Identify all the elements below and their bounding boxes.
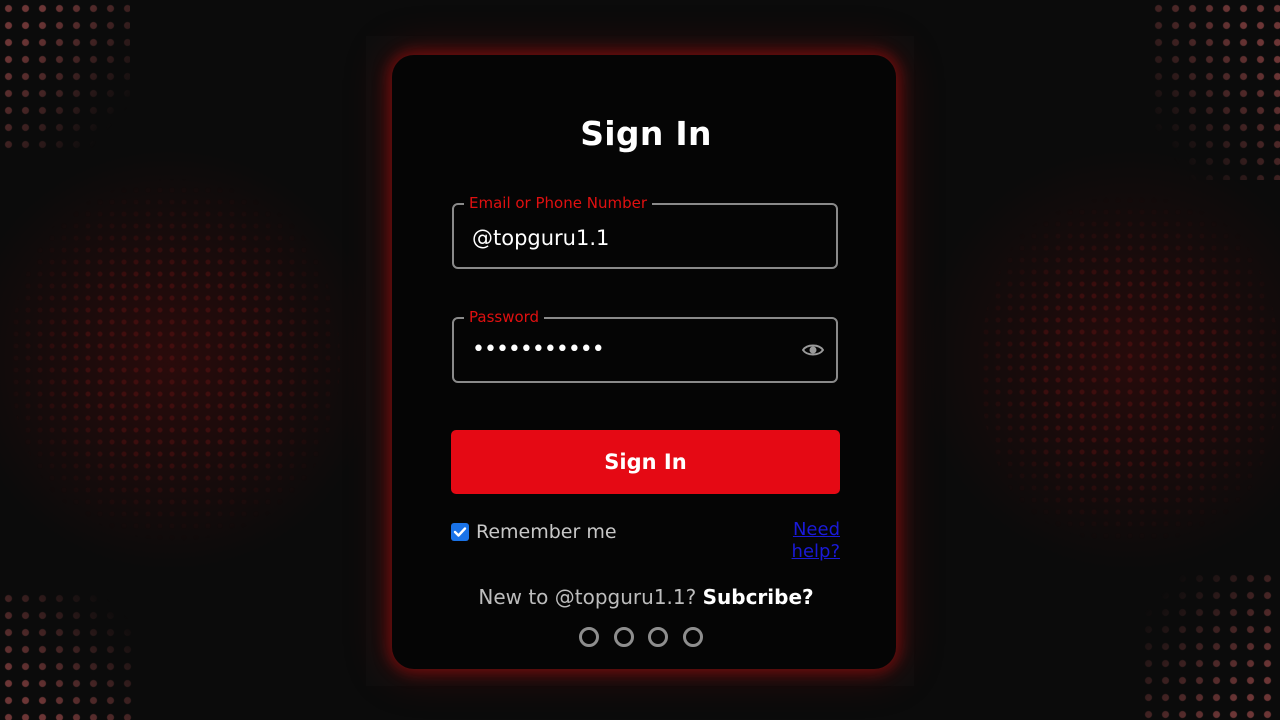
checkmark-icon <box>453 527 467 537</box>
social-icon-4[interactable] <box>682 627 703 647</box>
sign-in-button[interactable]: Sign In <box>451 430 840 494</box>
signup-prefix: New to @topguru1.1? <box>478 585 697 609</box>
background: Sign In Email or Phone Number @topguru1.… <box>0 0 1280 720</box>
email-input[interactable]: @topguru1.1 <box>472 225 609 251</box>
password-field[interactable]: Password ••••••••••• <box>452 307 838 383</box>
social-icon-3[interactable] <box>648 627 669 647</box>
social-icon-2[interactable] <box>613 627 634 647</box>
need-help-link[interactable]: Need help? <box>740 519 840 563</box>
social-icon-1[interactable] <box>579 627 599 647</box>
subscribe-link[interactable]: Subcribe? <box>703 585 814 609</box>
dot-pattern-left-glow <box>10 160 340 560</box>
email-label: Email or Phone Number <box>464 193 652 213</box>
eye-icon[interactable] <box>802 341 824 359</box>
password-label: Password <box>464 307 545 327</box>
remember-label: Remember me <box>476 521 617 543</box>
page-title: Sign In <box>580 114 712 153</box>
signup-line: New to @topguru1.1? Subcribe? <box>0 584 1280 610</box>
dot-pattern-top-right <box>1150 0 1280 180</box>
dot-pattern-right-glow <box>980 170 1280 570</box>
remember-checkbox[interactable] <box>451 523 469 541</box>
remember-me[interactable]: Remember me <box>451 521 617 543</box>
social-icons <box>579 627 703 647</box>
email-field[interactable]: Email or Phone Number @topguru1.1 <box>452 193 838 269</box>
password-input[interactable]: ••••••••••• <box>472 337 605 363</box>
